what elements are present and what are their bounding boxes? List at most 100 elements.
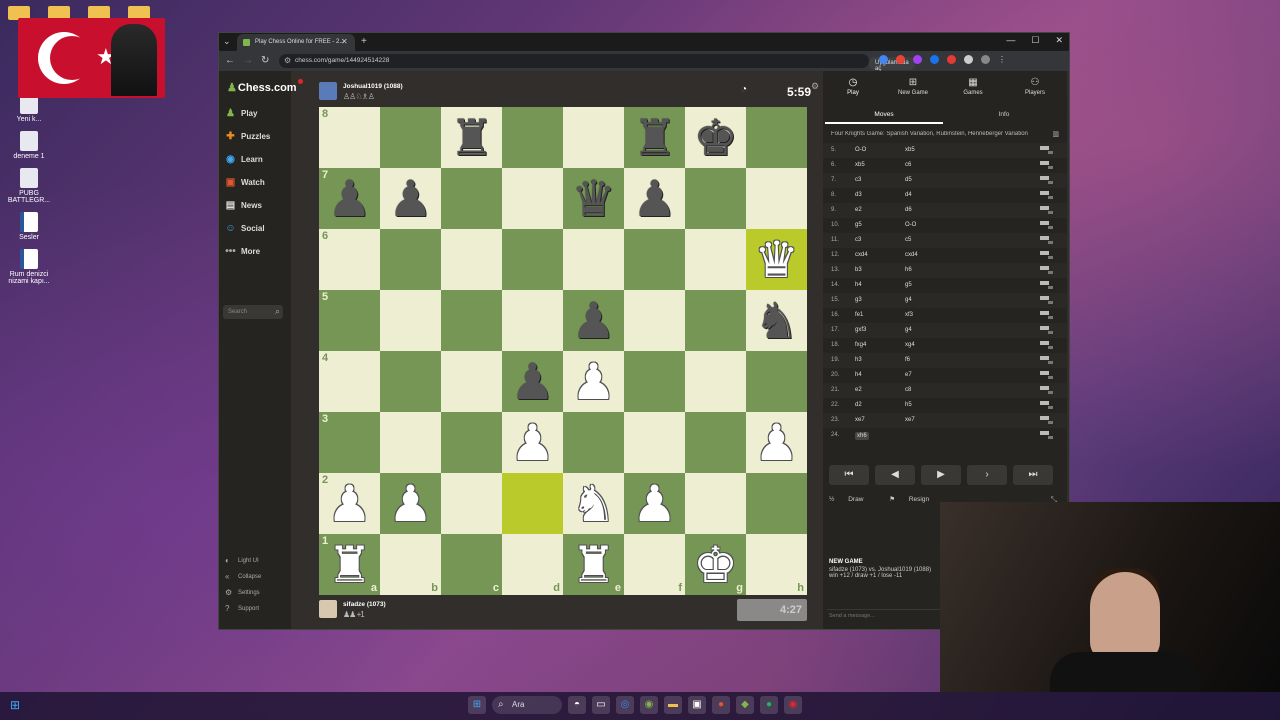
tab-info[interactable]: Info xyxy=(945,111,1063,118)
square-g7[interactable] xyxy=(685,168,746,229)
square-f4[interactable] xyxy=(624,351,685,412)
bottom-player-name[interactable]: sifadze (1073) xyxy=(343,601,386,608)
square-e8[interactable] xyxy=(563,107,624,168)
square-f3[interactable] xyxy=(624,412,685,473)
black-move[interactable]: h6 xyxy=(905,267,912,273)
sidebar-item-news[interactable]: ▤ News xyxy=(225,197,262,213)
white-move[interactable]: g3 xyxy=(855,297,862,303)
board-settings-icon[interactable]: ⚙ xyxy=(811,81,819,92)
black-queen-piece[interactable]: ♛ xyxy=(571,174,616,224)
previous-move-button[interactable]: ◀ xyxy=(875,465,915,485)
white-move[interactable]: e2 xyxy=(855,207,862,213)
white-king-piece[interactable]: ♚ xyxy=(693,540,738,590)
app-icon[interactable]: ▣ xyxy=(688,696,706,714)
white-knight-piece[interactable]: ♞ xyxy=(571,479,616,529)
white-move[interactable]: fe1 xyxy=(855,312,863,318)
white-move[interactable]: d3 xyxy=(855,192,862,198)
black-pawn-piece[interactable]: ♟ xyxy=(327,174,372,224)
white-move[interactable]: h3 xyxy=(855,357,862,363)
white-move[interactable]: fxg4 xyxy=(855,342,866,348)
square-a1[interactable]: ♜ 1 a xyxy=(319,534,380,595)
square-a3[interactable]: 3 xyxy=(319,412,380,473)
square-b4[interactable] xyxy=(380,351,441,412)
black-move[interactable]: cxd4 xyxy=(905,252,918,258)
square-h2[interactable] xyxy=(746,473,807,534)
back-icon[interactable]: ← xyxy=(225,55,235,66)
task-view-icon[interactable]: ▭ xyxy=(592,696,610,714)
extensions-puzzle-icon[interactable] xyxy=(964,55,973,64)
desktop-icon[interactable]: Yeni k... xyxy=(6,94,52,123)
extension-icon[interactable] xyxy=(913,55,922,64)
square-e4[interactable]: ♟ xyxy=(563,351,624,412)
black-move[interactable]: g4 xyxy=(905,327,912,333)
book-icon[interactable]: ▥ xyxy=(1052,131,1059,137)
square-b7[interactable]: ♟ xyxy=(380,168,441,229)
square-c7[interactable] xyxy=(441,168,502,229)
last-move-button[interactable]: ⏭ xyxy=(1013,465,1053,485)
white-move[interactable]: b3 xyxy=(855,267,862,273)
black-move[interactable]: e7 xyxy=(905,372,912,378)
white-move[interactable]: d2 xyxy=(855,402,862,408)
close-tab-icon[interactable]: ✕ xyxy=(341,37,348,46)
search-icon[interactable]: ⌕ xyxy=(275,306,280,317)
sidebar-search-input[interactable]: Search ⌕ xyxy=(223,305,283,319)
black-move[interactable]: h5 xyxy=(905,402,912,408)
chrome-icon[interactable]: ◎ xyxy=(616,696,634,714)
app-icon[interactable]: ● xyxy=(712,696,730,714)
square-c3[interactable] xyxy=(441,412,502,473)
tab-play[interactable]: ◷ Play xyxy=(833,77,873,96)
reload-icon[interactable]: ↻ xyxy=(261,55,269,66)
black-move[interactable]: xf3 xyxy=(905,312,913,318)
white-move[interactable]: xe7 xyxy=(855,417,865,423)
black-move[interactable]: xe7 xyxy=(905,417,915,423)
white-move[interactable]: h4 xyxy=(855,372,862,378)
opening-text[interactable]: Four Knights Game: Spanish Variation, Ru… xyxy=(831,131,1028,137)
black-move[interactable]: d4 xyxy=(905,192,912,198)
tab-search-icon[interactable]: ⌄ xyxy=(223,36,231,47)
white-move[interactable]: c3 xyxy=(855,177,861,183)
square-a6[interactable]: 6 xyxy=(319,229,380,290)
square-g1[interactable]: ♚ g xyxy=(685,534,746,595)
taskbar-search[interactable]: Ara xyxy=(492,696,562,714)
square-h1[interactable]: h xyxy=(746,534,807,595)
extension-icon[interactable] xyxy=(930,55,939,64)
black-knight-piece[interactable]: ♞ xyxy=(754,296,799,346)
start-icon[interactable]: ⊞ xyxy=(468,696,486,714)
black-move[interactable]: d6 xyxy=(905,207,912,213)
widgets-icon[interactable]: ◓ xyxy=(568,696,586,714)
top-player-name[interactable]: Joshual1019 (1088) xyxy=(343,83,403,90)
square-e7[interactable]: ♛ xyxy=(563,168,624,229)
black-rook-piece[interactable]: ♜ xyxy=(632,113,677,163)
square-b3[interactable] xyxy=(380,412,441,473)
sidebar-item-social[interactable]: ☺ Social xyxy=(225,220,264,236)
square-d6[interactable] xyxy=(502,229,563,290)
white-pawn-piece[interactable]: ♟ xyxy=(327,479,372,529)
white-queen-piece[interactable]: ♛ xyxy=(754,235,799,285)
black-pawn-piece[interactable]: ♟ xyxy=(571,296,616,346)
tab-players[interactable]: ⚇ Players xyxy=(1015,77,1055,96)
desktop-icon[interactable]: PUBG BATTLEGR... xyxy=(6,168,52,204)
chesscom-logo[interactable]: ♟Chess.com xyxy=(227,79,303,94)
square-a4[interactable]: 4 xyxy=(319,351,380,412)
site-info-icon[interactable]: ⚙ xyxy=(284,56,291,65)
white-move[interactable]: c3 xyxy=(855,237,861,243)
square-f8[interactable]: ♜ xyxy=(624,107,685,168)
desktop-icon[interactable]: Sesler xyxy=(6,212,52,241)
black-move[interactable]: f6 xyxy=(905,357,910,363)
black-move[interactable]: c6 xyxy=(905,162,911,168)
sidebar-item-learn[interactable]: ◉ Learn xyxy=(225,151,263,167)
sidebar-support[interactable]: ? Support xyxy=(225,605,259,613)
forward-icon[interactable]: → xyxy=(243,55,253,66)
minimize-icon[interactable]: — xyxy=(1006,35,1015,46)
square-g8[interactable]: ♚ xyxy=(685,107,746,168)
black-move[interactable]: d5 xyxy=(905,177,912,183)
sidebar-item-more[interactable]: ••• More xyxy=(225,243,260,259)
windows-start-icon[interactable]: ⊞ xyxy=(10,699,22,711)
maximize-icon[interactable]: ☐ xyxy=(1031,35,1039,46)
square-d2[interactable] xyxy=(502,473,563,534)
extension-icon[interactable] xyxy=(879,55,888,64)
app-icon[interactable]: ◉ xyxy=(784,696,802,714)
square-a8[interactable]: 8 xyxy=(319,107,380,168)
white-move[interactable]: cxd4 xyxy=(855,252,868,258)
square-a7[interactable]: ♟ 7 xyxy=(319,168,380,229)
